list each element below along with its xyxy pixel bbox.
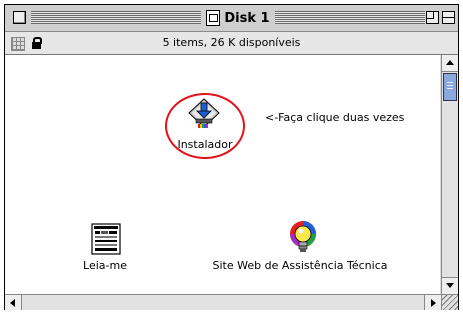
scroll-down-arrow-icon[interactable] — [442, 277, 458, 294]
finder-window: Disk 1 5 items, 26 K disponíveis Instala… — [4, 4, 459, 310]
title-bar-stripes-left — [31, 11, 201, 24]
title-bar-stripes-right — [275, 11, 425, 24]
title-bar[interactable]: Disk 1 — [5, 5, 458, 32]
scroll-thumb[interactable] — [443, 73, 457, 101]
info-header: 5 items, 26 K disponíveis — [5, 32, 458, 55]
lightbulb-icon[interactable] — [286, 220, 320, 256]
window-title: Disk 1 — [224, 10, 270, 26]
scroll-up-arrow-icon[interactable] — [442, 55, 458, 72]
installer-label[interactable]: Instalador — [165, 138, 245, 151]
horizontal-scrollbar[interactable] — [5, 294, 441, 310]
disk-icon — [206, 10, 221, 26]
window-content: Instalador <-Faça clique duas vezes Leia… — [5, 55, 440, 294]
support-website-label[interactable]: Site Web de Assistência Técnica — [200, 259, 400, 272]
installer-icon[interactable] — [187, 97, 221, 131]
vertical-scrollbar[interactable] — [441, 55, 458, 294]
collapse-box[interactable] — [442, 11, 455, 24]
window-title-group: Disk 1 — [201, 8, 275, 28]
double-click-note: <-Faça clique duas vezes — [265, 111, 405, 124]
scroll-left-arrow-icon[interactable] — [5, 295, 22, 310]
document-icon[interactable] — [89, 222, 123, 256]
resize-grow-box[interactable] — [441, 294, 458, 310]
readme-label[interactable]: Leia-me — [65, 259, 145, 272]
disk-info-text: 5 items, 26 K disponíveis — [162, 36, 301, 49]
scroll-right-arrow-icon[interactable] — [424, 295, 441, 310]
close-box[interactable] — [13, 11, 26, 24]
zoom-box[interactable] — [426, 11, 439, 24]
